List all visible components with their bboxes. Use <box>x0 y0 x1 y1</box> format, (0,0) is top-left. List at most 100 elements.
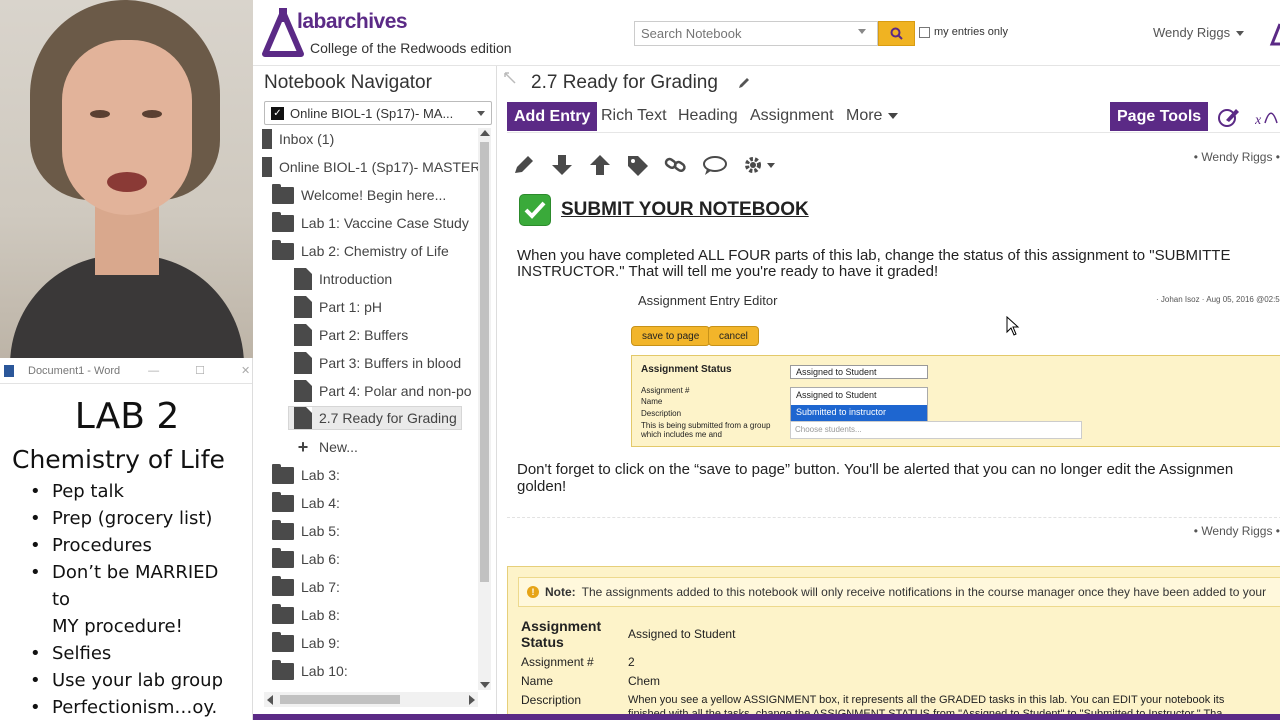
search-input[interactable] <box>634 21 878 46</box>
page-tools-button[interactable]: Page Tools <box>1110 102 1209 131</box>
tree-item-notebook[interactable]: Online BIOL-1 (Sp17)- MASTER <box>262 155 478 179</box>
doc-bullet-line: Don’t be MARRIED to <box>52 562 219 610</box>
navigator-horizontal-scrollbar[interactable] <box>264 692 478 707</box>
tree-item-label: Lab 3: <box>301 467 340 483</box>
heading-button[interactable]: Heading <box>678 107 738 125</box>
user-menu[interactable]: Wendy Riggs <box>1153 25 1245 40</box>
tree-item-folder[interactable]: Welcome! Begin here... <box>272 183 446 207</box>
tree-item-folder[interactable]: Lab 2: Chemistry of Life <box>272 239 449 263</box>
assignment-name-key: Name <box>521 674 554 688</box>
tree-item-label: Introduction <box>319 271 393 287</box>
brand-name[interactable]: labarchives <box>297 10 408 34</box>
labarchives-app: labarchives College of the Redwoods edit… <box>253 0 1280 720</box>
minimize-button[interactable]: — <box>148 365 159 377</box>
notebook-tree: Inbox (1) Online BIOL-1 (Sp17)- MASTER W… <box>258 126 478 686</box>
entry-paragraph-line: Don't forget to click on the “save to pa… <box>517 461 1234 478</box>
doc-bullet: Don’t be MARRIED to MY procedure! <box>28 559 242 640</box>
doc-bullet: Perfectionism…oy. <box>28 694 242 720</box>
assignment-number-value: 2 <box>628 655 635 669</box>
tree-item-folder[interactable]: Lab 4: <box>272 491 340 515</box>
tree-item-label: Part 4: Polar and non-po <box>319 383 472 399</box>
tree-item-label: Welcome! Begin here... <box>301 187 447 203</box>
tree-item-page-selected[interactable]: 2.7 Ready for Grading <box>288 406 462 430</box>
tree-item-label: Inbox (1) <box>279 131 335 147</box>
tree-item-page[interactable]: Part 4: Polar and non-po <box>294 379 472 403</box>
tree-item-page[interactable]: Part 2: Buffers <box>294 323 408 347</box>
my-entries-only-toggle[interactable]: my entries only <box>919 26 1008 38</box>
scroll-left-icon[interactable] <box>267 695 273 705</box>
page-icon <box>294 352 312 374</box>
add-entry-button[interactable]: Add Entry <box>507 102 598 131</box>
tree-item-label: New... <box>319 439 358 455</box>
scrollbar-thumb[interactable] <box>480 142 489 582</box>
plus-icon: + <box>297 436 309 457</box>
entry-heading-row: SUBMIT YOUR NOTEBOOK <box>519 194 809 226</box>
assignment-entry[interactable]: ! Note: The assignments added to this no… <box>507 566 1280 720</box>
tree-item-folder[interactable]: Lab 7: <box>272 575 340 599</box>
maximize-button[interactable]: ☐ <box>195 364 205 377</box>
search-scope-caret-icon[interactable] <box>858 29 866 34</box>
tree-item-label: Online BIOL-1 (Sp17)- MASTER <box>279 159 478 175</box>
assignment-editor-screenshot: Assignment Entry Editor · Johan Isoz · A… <box>631 288 1280 448</box>
word-icon <box>4 364 14 377</box>
link-icon[interactable] <box>664 154 688 176</box>
tree-item-folder[interactable]: Lab 1: Vaccine Case Study <box>272 211 469 235</box>
tree-item-new[interactable]: + New... <box>294 435 358 459</box>
scroll-right-icon[interactable] <box>469 695 475 705</box>
notebook-select[interactable]: ✓ Online BIOL-1 (Sp17)- MA... <box>264 101 492 125</box>
tree-item-page[interactable]: Part 3: Buffers in blood <box>294 351 461 375</box>
more-menu[interactable]: More <box>846 107 899 125</box>
entry-paragraph-line: INSTRUCTOR." That will tell me you're re… <box>517 263 939 280</box>
comment-icon[interactable] <box>702 154 728 176</box>
scrollbar-thumb[interactable] <box>280 695 400 704</box>
tree-item-folder[interactable]: Lab 8: <box>272 603 340 627</box>
close-button[interactable]: ✕ <box>241 364 250 377</box>
tree-item-page[interactable]: Part 1: pH <box>294 295 382 319</box>
scroll-down-icon[interactable] <box>480 682 490 688</box>
tree-item-folder[interactable]: Lab 6: <box>272 547 340 571</box>
search-button[interactable] <box>878 21 915 46</box>
screenshot-row-label: Name <box>641 397 663 406</box>
rich-text-button[interactable]: Rich Text <box>601 107 667 125</box>
my-entries-label: my entries only <box>934 26 1008 38</box>
tree-item-label: Part 1: pH <box>319 299 383 315</box>
arrow-up-icon[interactable] <box>588 154 612 176</box>
screenshot-row-label: Description <box>641 409 682 418</box>
doc-subheading: Chemistry of Life <box>12 445 225 474</box>
folder-icon <box>272 547 294 568</box>
inbox-icon <box>262 129 272 149</box>
gear-icon[interactable] <box>742 154 776 176</box>
doc-bullet-list: Pep talk Prep (grocery list) Procedures … <box>28 478 242 720</box>
edit-title-icon[interactable] <box>737 76 751 90</box>
my-entries-checkbox[interactable] <box>919 26 930 38</box>
navigator-vertical-scrollbar[interactable] <box>478 128 491 690</box>
folder-icon <box>272 519 294 540</box>
chevron-down-icon <box>1236 31 1245 37</box>
arrow-down-icon[interactable] <box>550 154 574 176</box>
pencil-icon[interactable] <box>512 154 536 176</box>
scroll-up-icon[interactable] <box>480 130 490 136</box>
doc-heading: LAB 2 <box>74 396 180 437</box>
more-label: More <box>846 107 883 124</box>
assignment-button[interactable]: Assignment <box>750 107 834 125</box>
tree-item-label: Lab 8: <box>301 607 340 623</box>
tag-icon[interactable] <box>626 154 650 176</box>
page-icon <box>294 380 312 402</box>
notebook-select-value: Online BIOL-1 (Sp17)- MA... <box>290 105 454 121</box>
word-document-body[interactable]: LAB 2 Chemistry of Life Pep talk Prep (g… <box>0 384 252 720</box>
assignment-number-key: Assignment # <box>521 655 594 669</box>
sign-page-icon[interactable] <box>1217 106 1241 128</box>
tree-item-label: Lab 2: Chemistry of Life <box>301 243 449 259</box>
word-window-title: Document1 - Word <box>28 364 121 377</box>
checkmark-icon <box>519 194 551 226</box>
tree-item-folder[interactable]: Lab 5: <box>272 519 340 543</box>
tree-item-page[interactable]: Introduction <box>294 267 392 291</box>
tree-item-folder[interactable]: Lab 3: <box>272 463 340 487</box>
doc-bullet: Procedures <box>28 532 242 559</box>
tree-item-inbox[interactable]: Inbox (1) <box>262 127 334 151</box>
folder-icon <box>272 463 294 484</box>
signature-icon[interactable]: x <box>1255 106 1280 128</box>
tree-item-folder[interactable]: Lab 9: <box>272 631 340 655</box>
expand-icon[interactable] <box>504 72 516 84</box>
tree-item-folder[interactable]: Lab 10: <box>272 659 348 683</box>
